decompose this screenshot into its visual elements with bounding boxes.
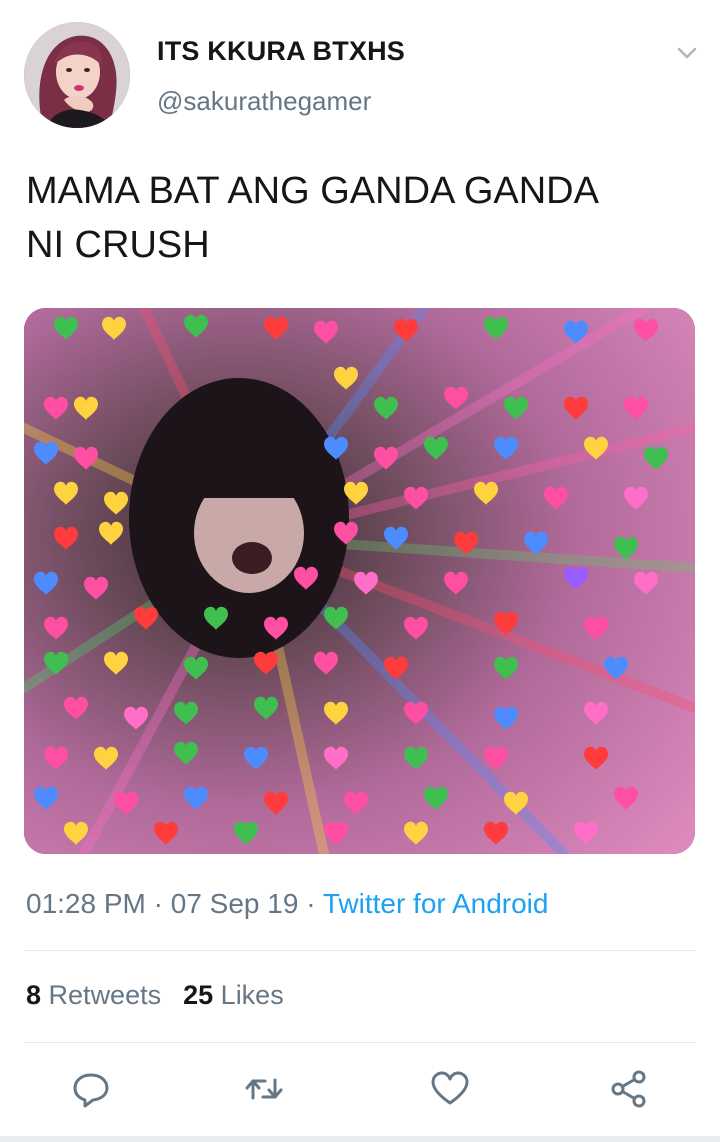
tweet-timestamp-line: 01:28 PM · 07 Sep 19 · Twitter for Andro… — [26, 888, 548, 920]
likes-stat[interactable]: 25 Likes — [183, 980, 284, 1011]
likes-label: Likes — [220, 980, 284, 1010]
tweet-time: 01:28 PM — [26, 888, 146, 919]
likes-count: 25 — [183, 980, 214, 1010]
bottom-divider — [0, 1136, 720, 1142]
heart-icon[interactable] — [429, 1068, 471, 1110]
retweets-count: 8 — [26, 980, 42, 1010]
user-handle[interactable]: @sakurathegamer — [157, 86, 371, 117]
tweet-date: 07 Sep 19 — [170, 888, 299, 919]
retweet-icon[interactable] — [243, 1068, 285, 1110]
divider — [24, 950, 696, 951]
avatar[interactable] — [24, 22, 130, 128]
retweets-stat[interactable]: 8 Retweets — [26, 980, 161, 1011]
tweet-detail: ITS KKURA BTXHS @sakurathegamer MAMA BAT… — [0, 0, 720, 1142]
tweet-stats: 8 Retweets 25 Likes — [26, 980, 306, 1011]
tweet-text: MAMA BAT ANG GANDA GANDA NI CRUSH — [26, 170, 599, 266]
retweets-label: Retweets — [48, 980, 162, 1010]
tweet-media-image[interactable] — [24, 308, 695, 854]
divider — [24, 1042, 696, 1043]
display-name[interactable]: ITS KKURA BTXHS — [157, 36, 405, 67]
reply-icon[interactable] — [70, 1068, 112, 1110]
separator-dot: · — [298, 888, 323, 919]
chevron-down-icon[interactable] — [672, 38, 702, 68]
tweet-source-link[interactable]: Twitter for Android — [323, 888, 549, 919]
hearts-meme-photo — [24, 308, 695, 854]
profile-photo — [24, 22, 130, 128]
separator-dot: · — [145, 888, 171, 919]
share-icon[interactable] — [608, 1068, 650, 1110]
